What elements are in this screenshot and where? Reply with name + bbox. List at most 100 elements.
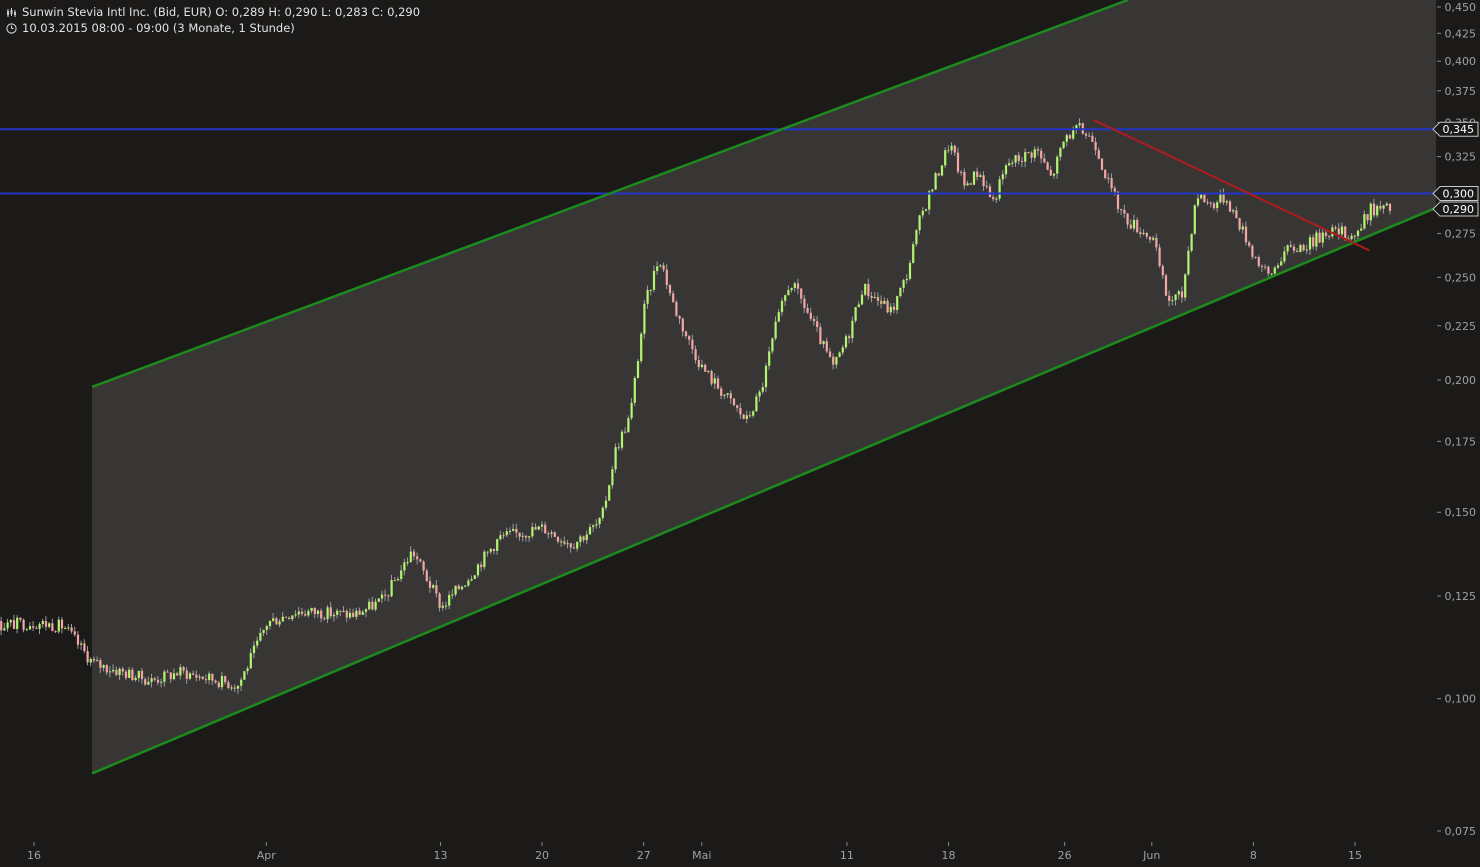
candle-body: [585, 534, 588, 541]
candle-body: [665, 269, 668, 286]
candle-body: [864, 283, 867, 295]
candle-body: [1107, 178, 1110, 180]
candle-body: [1206, 202, 1209, 204]
candle-body: [422, 561, 425, 571]
candle-body: [1388, 203, 1392, 211]
candle-body: [992, 196, 995, 200]
y-tick-label: 0,275: [1445, 227, 1477, 240]
candle-body: [1008, 163, 1011, 166]
candle-body: [1356, 230, 1360, 236]
candle-body: [233, 687, 236, 689]
candle-body: [598, 517, 601, 525]
candle-body: [985, 186, 988, 188]
candle-body: [563, 541, 566, 544]
candle-body: [1273, 267, 1276, 274]
candle-body: [947, 150, 950, 152]
candle-body: [672, 293, 675, 302]
candle-body: [1267, 266, 1270, 274]
candle-body: [931, 189, 934, 192]
candle-body: [652, 270, 656, 290]
y-tick-label: 0,125: [1445, 590, 1477, 603]
candle-body: [1110, 178, 1113, 189]
candle-body: [1123, 209, 1126, 214]
candle-body: [860, 294, 864, 305]
candle-body: [156, 679, 160, 683]
candle-body: [1161, 265, 1164, 276]
y-tick-label: 0,075: [1445, 825, 1477, 838]
candle-body: [713, 378, 716, 384]
candle-body: [441, 605, 444, 608]
candle-body: [1084, 133, 1088, 136]
candle-body: [512, 528, 515, 531]
candle-body: [569, 543, 572, 548]
candle-body: [576, 541, 579, 549]
candle-body: [694, 349, 697, 361]
candle-body: [67, 627, 70, 629]
candle-body: [515, 528, 518, 533]
candle-body: [460, 586, 464, 590]
candle-body: [92, 658, 96, 661]
candle-body: [937, 173, 940, 176]
candle-body: [214, 680, 217, 683]
candle-body: [396, 579, 400, 581]
candle-body: [675, 301, 678, 316]
x-tick-label: 26: [1058, 849, 1072, 862]
candle-body: [998, 179, 1001, 199]
candle-body: [966, 183, 969, 186]
candle-body: [224, 675, 227, 683]
candle-body: [950, 145, 953, 151]
candle-body: [377, 598, 380, 602]
candle-body: [720, 388, 723, 396]
candle-body: [304, 613, 307, 616]
candle-body: [211, 673, 214, 681]
candle-body: [1283, 251, 1286, 262]
candle-body: [1248, 242, 1251, 246]
candle-body: [851, 320, 854, 339]
candle-body: [934, 173, 937, 190]
candle-body: [217, 682, 220, 688]
candle-body: [1286, 245, 1289, 252]
candle-body: [272, 618, 275, 621]
candle-body: [524, 535, 528, 538]
candle-body: [153, 678, 156, 680]
candle-body: [979, 175, 982, 177]
candle-body: [643, 303, 646, 334]
candle-body: [348, 612, 352, 618]
candle-body: [320, 610, 323, 619]
candle-body: [16, 617, 19, 629]
candle-body: [1212, 203, 1216, 209]
candle-body: [1203, 194, 1206, 203]
candle-body: [1177, 291, 1180, 295]
candle-body: [886, 300, 889, 313]
candle-body: [620, 431, 624, 448]
candle-body: [284, 616, 288, 618]
candle-body: [550, 532, 553, 534]
candle-body: [147, 681, 150, 685]
candle-body: [771, 338, 774, 352]
candle-body: [1264, 266, 1267, 268]
candle-body: [1337, 228, 1340, 235]
candle-body: [534, 526, 537, 530]
candle-body: [1190, 233, 1193, 251]
candle-body: [835, 356, 838, 365]
candle-body: [528, 536, 531, 538]
candle-body: [1372, 203, 1376, 216]
candle-body: [726, 393, 729, 395]
y-tick-label: 0,425: [1445, 27, 1477, 40]
candle-body: [1334, 227, 1337, 229]
x-tick-label: Apr: [257, 849, 277, 862]
candle-body: [438, 593, 441, 608]
candle-body: [323, 618, 326, 620]
candle-body: [848, 336, 851, 339]
candle-body: [140, 670, 144, 680]
candle-body: [192, 673, 195, 675]
candle-body: [172, 673, 176, 680]
y-tick-label: 0,175: [1445, 435, 1477, 448]
x-tick-label: 27: [637, 849, 651, 862]
candle-body: [137, 670, 140, 678]
candle-body: [1254, 256, 1257, 258]
candle-body: [188, 673, 192, 679]
candle-body: [342, 610, 345, 612]
candle-body: [892, 306, 896, 310]
candle-body: [316, 610, 320, 614]
